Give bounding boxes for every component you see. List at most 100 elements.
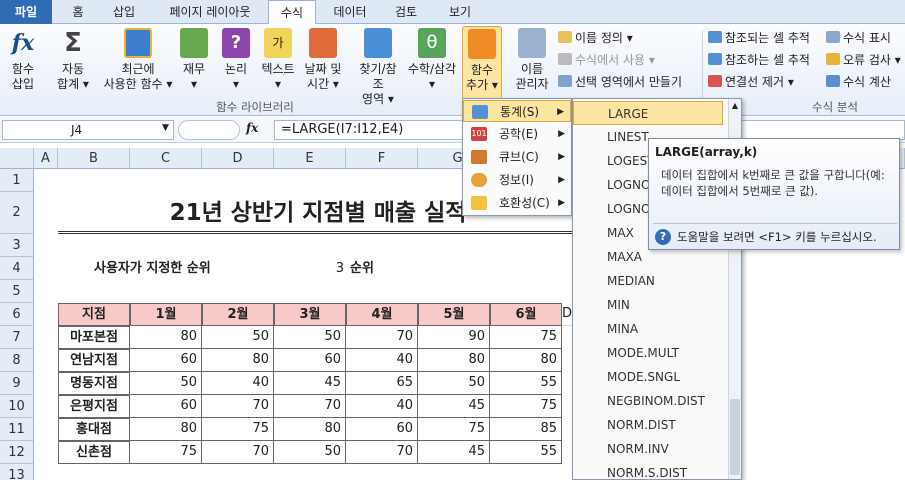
trace-dependents-button[interactable]: 참조하는 셀 추적 <box>708 50 810 70</box>
menu-item-information[interactable]: 정보(I) ▶ <box>463 169 571 191</box>
remove-arrows-button[interactable]: 연결선 제거 ▾ <box>708 72 794 92</box>
sales-value-cell[interactable]: 50 <box>274 441 346 464</box>
formula-bar-handle[interactable] <box>178 120 240 140</box>
insert-function-button[interactable]: fx 함수 삽입 <box>4 28 42 92</box>
row-header[interactable]: 11 <box>0 418 34 441</box>
tab-insert[interactable]: 삽입 <box>106 0 142 24</box>
sales-value-cell[interactable]: 60 <box>130 395 202 418</box>
sales-value-cell[interactable]: 70 <box>346 441 418 464</box>
column-header[interactable]: B <box>58 148 130 169</box>
sales-value-cell[interactable]: 40 <box>346 349 418 372</box>
sales-value-cell[interactable]: 80 <box>490 349 562 372</box>
stat-function-item[interactable]: MIN <box>573 293 723 317</box>
scroll-thumb[interactable] <box>730 399 740 475</box>
name-manager-button[interactable]: 이름 관리자 <box>510 28 554 92</box>
create-from-selection-button[interactable]: 선택 영역에서 만들기 <box>558 72 682 92</box>
row-header[interactable]: 4 <box>0 257 34 280</box>
stat-function-item[interactable]: MINA <box>573 317 723 341</box>
define-name-button[interactable]: 이름 정의 ▾ <box>558 28 633 48</box>
financial-button[interactable]: 재무 ▾ <box>178 28 210 92</box>
recent-functions-button[interactable]: 최근에 사용한 함수 ▾ <box>100 28 176 92</box>
column-header[interactable]: C <box>130 148 202 169</box>
sales-value-cell[interactable]: 80 <box>202 349 274 372</box>
tab-view[interactable]: 보기 <box>440 0 480 24</box>
sales-value-cell[interactable]: 75 <box>202 418 274 441</box>
row-header[interactable]: 9 <box>0 372 34 395</box>
stat-function-item[interactable]: LARGE <box>573 101 723 125</box>
table-header-cell[interactable]: 지점 <box>58 303 130 326</box>
row-header[interactable]: 10 <box>0 395 34 418</box>
sales-value-cell[interactable]: 80 <box>130 326 202 349</box>
sales-value-cell[interactable]: 50 <box>274 326 346 349</box>
row-header[interactable]: 8 <box>0 349 34 372</box>
table-header-cell[interactable]: 2월 <box>202 303 274 326</box>
sales-value-cell[interactable]: 75 <box>490 395 562 418</box>
datetime-button[interactable]: 날짜 및 시간 ▾ <box>300 28 346 92</box>
table-header-cell[interactable]: 6월 <box>490 303 562 326</box>
sales-value-cell[interactable]: 40 <box>346 395 418 418</box>
sales-value-cell[interactable]: 70 <box>274 395 346 418</box>
branch-name-cell[interactable]: 신촌점 <box>58 441 130 464</box>
error-checking-button[interactable]: 오류 검사 ▾ <box>826 50 901 70</box>
sales-value-cell[interactable]: 70 <box>346 326 418 349</box>
sales-value-cell[interactable]: 50 <box>202 326 274 349</box>
tab-home[interactable]: 홈 <box>64 0 92 24</box>
menu-item-compatibility[interactable]: 호환성(C) ▶ <box>463 192 571 214</box>
column-header[interactable]: A <box>34 148 58 169</box>
stat-function-item[interactable]: NORM.INV <box>573 437 723 461</box>
tab-file[interactable]: 파일 <box>0 0 52 24</box>
stat-function-item[interactable]: NORM.S.DIST <box>573 461 723 479</box>
rank-value-cell[interactable]: 3 <box>274 257 344 280</box>
evaluate-formula-button[interactable]: 수식 계산 <box>826 72 891 92</box>
branch-name-cell[interactable]: 마포본점 <box>58 326 130 349</box>
sales-value-cell[interactable]: 80 <box>274 418 346 441</box>
tab-formulas[interactable]: 수식 <box>268 0 316 25</box>
column-header[interactable]: F <box>346 148 418 169</box>
stat-function-item[interactable]: NORM.DIST <box>573 413 723 437</box>
sales-value-cell[interactable]: 50 <box>418 372 490 395</box>
name-box-dropdown-icon[interactable]: ▼ <box>162 123 169 133</box>
sales-value-cell[interactable]: 80 <box>130 418 202 441</box>
table-header-cell[interactable]: 1월 <box>130 303 202 326</box>
sales-value-cell[interactable]: 75 <box>130 441 202 464</box>
sales-value-cell[interactable]: 85 <box>490 418 562 441</box>
row-header[interactable]: 2 <box>0 192 34 234</box>
row-header[interactable]: 12 <box>0 441 34 464</box>
sales-value-cell[interactable]: 60 <box>130 349 202 372</box>
sales-value-cell[interactable]: 55 <box>490 372 562 395</box>
menu-item-engineering[interactable]: 101 공학(E) ▶ <box>463 123 571 145</box>
tab-data[interactable]: 데이터 <box>326 0 374 24</box>
sales-value-cell[interactable]: 55 <box>490 441 562 464</box>
use-in-formula-button[interactable]: 수식에서 사용 ▾ <box>558 50 655 70</box>
table-header-cell[interactable]: 5월 <box>418 303 490 326</box>
stat-function-item[interactable]: NEGBINOM.DIST <box>573 389 723 413</box>
text-functions-button[interactable]: 가 텍스트 ▾ <box>258 28 298 92</box>
branch-name-cell[interactable]: 은평지점 <box>58 395 130 418</box>
row-header[interactable]: 6 <box>0 303 34 326</box>
show-formulas-button[interactable]: 수식 표시 <box>826 28 891 48</box>
row-header[interactable]: 1 <box>0 169 34 192</box>
sales-value-cell[interactable]: 90 <box>418 326 490 349</box>
table-header-cell[interactable]: 3월 <box>274 303 346 326</box>
math-trig-button[interactable]: θ 수학/삼각 ▾ <box>404 28 460 92</box>
sales-value-cell[interactable]: 75 <box>490 326 562 349</box>
sales-value-cell[interactable]: 60 <box>274 349 346 372</box>
row-header[interactable]: 7 <box>0 326 34 349</box>
fx-icon[interactable]: fx <box>246 121 258 135</box>
trace-precedents-button[interactable]: 참조되는 셀 추적 <box>708 28 810 48</box>
lookup-button[interactable]: 찾기/참조 영역 ▾ <box>354 28 402 107</box>
sales-value-cell[interactable]: 65 <box>346 372 418 395</box>
sales-value-cell[interactable]: 40 <box>202 372 274 395</box>
branch-name-cell[interactable]: 명동지점 <box>58 372 130 395</box>
table-header-cell[interactable]: 4월 <box>346 303 418 326</box>
tab-page-layout[interactable]: 페이지 레이아웃 <box>156 0 264 24</box>
row-header[interactable]: 3 <box>0 234 34 257</box>
sales-value-cell[interactable]: 70 <box>202 441 274 464</box>
stat-function-item[interactable]: MEDIAN <box>573 269 723 293</box>
column-header[interactable]: E <box>274 148 346 169</box>
autosum-button[interactable]: Σ 자동 합계 ▾ <box>50 28 96 92</box>
sales-value-cell[interactable]: 50 <box>130 372 202 395</box>
sales-value-cell[interactable]: 60 <box>346 418 418 441</box>
tab-review[interactable]: 검토 <box>386 0 426 24</box>
sales-value-cell[interactable]: 70 <box>202 395 274 418</box>
